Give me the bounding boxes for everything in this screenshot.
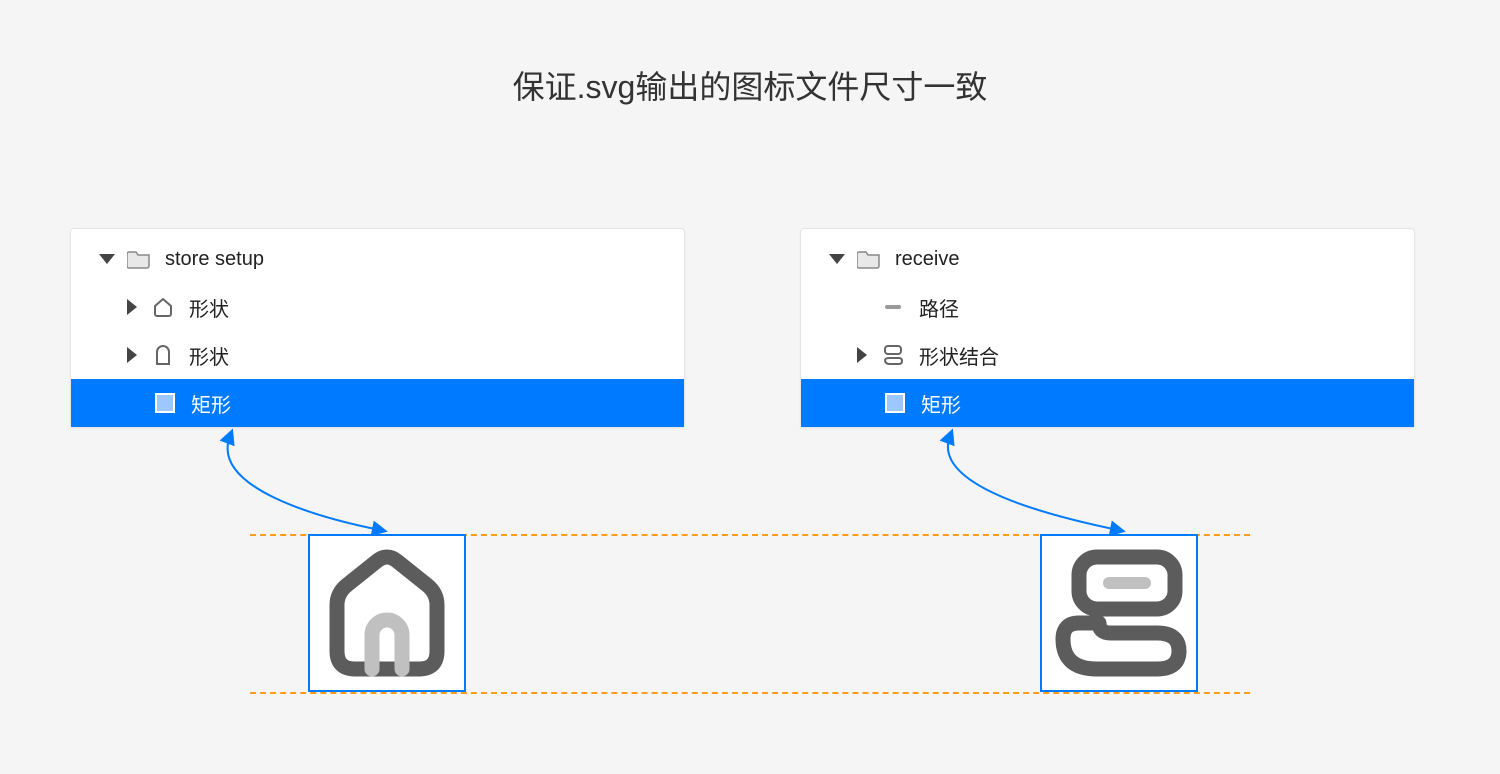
- rect-swatch-icon: [153, 391, 177, 415]
- receive-icon: [1049, 543, 1189, 683]
- rect-swatch-icon: [883, 391, 907, 415]
- layer-row[interactable]: 形状结合: [801, 331, 1414, 379]
- layer-row[interactable]: 形状: [71, 283, 684, 331]
- disclosure-triangle-right-icon[interactable]: [127, 347, 137, 363]
- folder-icon: [857, 247, 881, 271]
- layer-label: 路径: [919, 293, 959, 322]
- disclosure-triangle-right-icon[interactable]: [857, 347, 867, 363]
- icon-preview-receive: [1040, 534, 1198, 692]
- arch-outline-icon: [151, 343, 175, 367]
- layer-label: 形状: [189, 341, 229, 370]
- icon-preview-home: [308, 534, 466, 692]
- layer-group-row[interactable]: store setup: [71, 235, 684, 283]
- layers-panel-right: receive 路径 形状结合 矩形: [800, 228, 1415, 428]
- home-icon: [317, 543, 457, 683]
- disclosure-triangle-down-icon[interactable]: [99, 254, 115, 264]
- layers-panel-left: store setup 形状 形状 矩形: [70, 228, 685, 428]
- layer-label: receive: [895, 248, 959, 271]
- disclosure-triangle-right-icon[interactable]: [127, 299, 137, 315]
- layer-label: store setup: [165, 248, 264, 271]
- folder-icon: [127, 247, 151, 271]
- combined-shape-icon: [881, 343, 905, 367]
- path-segment-icon: [881, 295, 905, 319]
- disclosure-triangle-down-icon[interactable]: [829, 254, 845, 264]
- layer-group-row[interactable]: receive: [801, 235, 1414, 283]
- layer-row-selected[interactable]: 矩形: [71, 379, 684, 427]
- layer-label: 形状结合: [919, 341, 999, 370]
- layer-label: 矩形: [191, 389, 231, 418]
- house-outline-icon: [151, 295, 175, 319]
- layer-label: 形状: [189, 293, 229, 322]
- layer-row-selected[interactable]: 矩形: [801, 379, 1414, 427]
- layer-row[interactable]: 路径: [801, 283, 1414, 331]
- page-title: 保证.svg输出的图标文件尺寸一致: [0, 62, 1500, 108]
- layer-label: 矩形: [921, 389, 961, 418]
- layer-row[interactable]: 形状: [71, 331, 684, 379]
